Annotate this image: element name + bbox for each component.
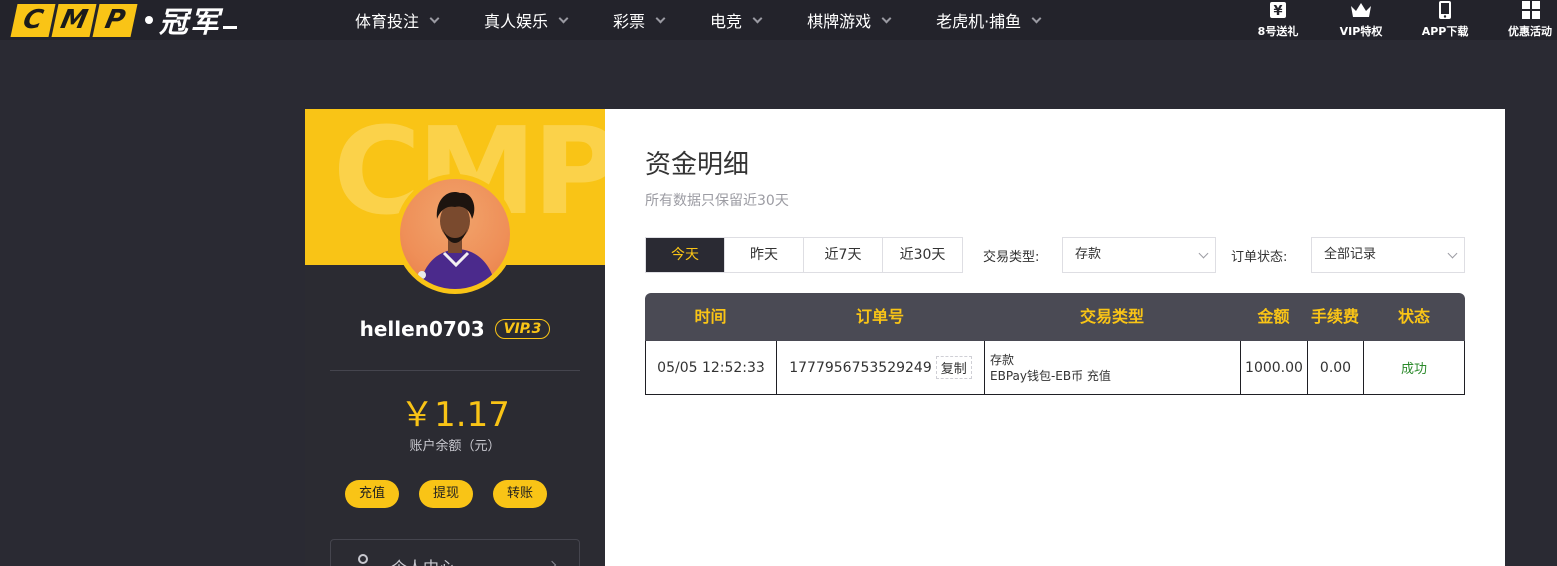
main-nav: 体育投注 真人娱乐 彩票 电竞 棋牌游戏 老虎机·捕鱼 (355, 0, 1086, 40)
status-badge: 成功 (1400, 362, 1427, 377)
logo-dot (145, 16, 153, 24)
account-balance: ￥1.17 (400, 395, 510, 435)
nav-item-slots-fishing[interactable]: 老虎机·捕鱼 (936, 0, 1042, 40)
tab-last-7-days[interactable]: 近7天 (804, 238, 883, 272)
chevron-down-icon (429, 13, 440, 23)
column-header-status: 状态 (1397, 307, 1430, 326)
svg-text:¥: ¥ (1273, 4, 1282, 19)
page-subtitle: 所有数据只保留近30天 (645, 193, 789, 209)
username: hellen0703 (359, 317, 485, 341)
quick-link-gift[interactable]: ¥ 8号送礼 (1256, 0, 1300, 44)
nav-item-label: 体育投注 (355, 12, 420, 31)
date-range-tabs: 今天 昨天 近7天 近30天 (645, 237, 963, 273)
tab-last-30-days[interactable]: 近30天 (883, 238, 962, 272)
profile-panel: CMP hellen0703 VIP.3 ￥1.17 账户余额（元） 充值 提现… (305, 109, 605, 566)
logo-dash (223, 25, 238, 29)
logo-chinese-text: 冠军 (159, 5, 222, 39)
yen-gift-icon: ¥ (1270, 2, 1286, 19)
chevron-right-icon (547, 560, 557, 566)
transaction-type-label: 交易类型: (983, 250, 1040, 265)
personal-center-link[interactable]: 个人中心 (330, 539, 580, 566)
tab-yesterday[interactable]: 昨天 (725, 238, 804, 272)
player-portrait-icon (418, 192, 496, 289)
logo-letter: P (92, 3, 138, 37)
order-status-select[interactable]: 全部记录 (1311, 237, 1465, 273)
logo-letter: C (10, 3, 56, 37)
logo-cmp-letters: C M P (10, 3, 138, 37)
chevron-down-icon (1031, 13, 1042, 23)
table-header: 时间 订单号 交易类型 金额 手续费 状态 (645, 293, 1465, 341)
column-header-type: 交易类型 (1079, 307, 1144, 326)
order-status-value: 全部记录 (1324, 247, 1377, 262)
transaction-type-value: 存款 (1075, 247, 1102, 262)
cell-amount: 1000.00 (1241, 341, 1308, 394)
quick-link-vip[interactable]: VIP特权 (1339, 0, 1383, 44)
page-title: 资金明细 (645, 150, 750, 180)
chevron-down-icon (1447, 248, 1458, 259)
nav-item-esports[interactable]: 电竞 (710, 0, 763, 40)
column-header-amount: 金额 (1257, 307, 1290, 326)
transaction-type-select[interactable]: 存款 (1062, 237, 1216, 273)
type-main: 存款 (990, 352, 1015, 367)
chevron-down-icon (655, 13, 666, 23)
cell-type: 存款 EBPay钱包-EB币 充值 (985, 341, 1241, 394)
cell-order-no: 1777956753529249 复制 (777, 341, 985, 394)
avatar[interactable] (395, 174, 515, 294)
chevron-down-icon (752, 13, 763, 23)
quick-link-label: 优惠活动 (1508, 25, 1552, 38)
nav-item-label: 电竞 (710, 12, 743, 31)
order-number: 1777956753529249 (789, 359, 932, 376)
nav-item-label: 棋牌游戏 (807, 12, 872, 31)
deposit-button[interactable]: 充值 (345, 480, 400, 508)
cmp-logo[interactable]: C M P 冠军 (10, 2, 238, 39)
order-status-label: 订单状态: (1231, 250, 1288, 265)
avatar-image (400, 179, 510, 289)
cell-fee: 0.00 (1308, 341, 1364, 394)
transactions-table: 时间 订单号 交易类型 金额 手续费 状态 05/05 12:52:33 177… (645, 293, 1465, 395)
tab-today[interactable]: 今天 (646, 238, 725, 272)
logo-letter: M (51, 3, 97, 37)
username-row: hellen0703 VIP.3 (305, 317, 605, 341)
cell-status: 成功 (1364, 341, 1464, 394)
column-header-order-no: 订单号 (855, 307, 904, 326)
quick-link-label: 8号送礼 (1257, 25, 1299, 38)
transfer-button[interactable]: 转账 (493, 480, 548, 508)
nav-item-label: 彩票 (613, 12, 646, 31)
chevron-down-icon (558, 13, 569, 23)
chevron-down-icon (1198, 248, 1209, 259)
table-row: 05/05 12:52:33 1777956753529249 复制 存款 EB… (645, 341, 1465, 395)
column-header-fee: 手续费 (1310, 307, 1359, 326)
type-detail: EBPay钱包-EB币 充值 (990, 368, 1111, 383)
phone-icon (1439, 1, 1451, 19)
nav-item-lottery[interactable]: 彩票 (613, 0, 666, 40)
nav-item-label: 老虎机·捕鱼 (936, 12, 1022, 31)
cell-time: 05/05 12:52:33 (646, 341, 777, 394)
chevron-down-icon (881, 13, 892, 23)
quick-link-app[interactable]: APP下载 (1422, 0, 1468, 44)
personal-center-label: 个人中心 (391, 554, 455, 566)
withdraw-button[interactable]: 提现 (419, 480, 474, 508)
copy-button[interactable]: 复制 (935, 356, 972, 379)
person-icon (358, 554, 368, 564)
account-balance-label: 账户余额（元） (409, 439, 501, 454)
nav-item-live-casino[interactable]: 真人娱乐 (484, 0, 569, 40)
nav-item-sports[interactable]: 体育投注 (355, 0, 440, 40)
wallet-actions: 充值 提现 转账 (345, 480, 567, 508)
nav-item-card-games[interactable]: 棋牌游戏 (807, 0, 892, 40)
nav-item-label: 真人娱乐 (484, 12, 549, 31)
quick-link-label: VIP特权 (1339, 25, 1383, 38)
quick-link-label: APP下载 (1421, 25, 1469, 38)
column-header-time: 时间 (694, 307, 727, 326)
fund-details-panel: 资金明细 所有数据只保留近30天 今天 昨天 近7天 近30天 交易类型: 存款… (605, 109, 1505, 566)
divider (330, 370, 580, 371)
quick-link-promotions[interactable]: 优惠活动 (1508, 0, 1557, 44)
grid-icon (1522, 1, 1540, 19)
vip-badge: VIP.3 (494, 319, 551, 339)
crown-icon (1351, 3, 1371, 17)
top-navigation-bar: C M P 冠军 体育投注 真人娱乐 彩票 电竞 棋牌游戏 老虎机·捕鱼 ¥ 8… (0, 0, 1557, 40)
